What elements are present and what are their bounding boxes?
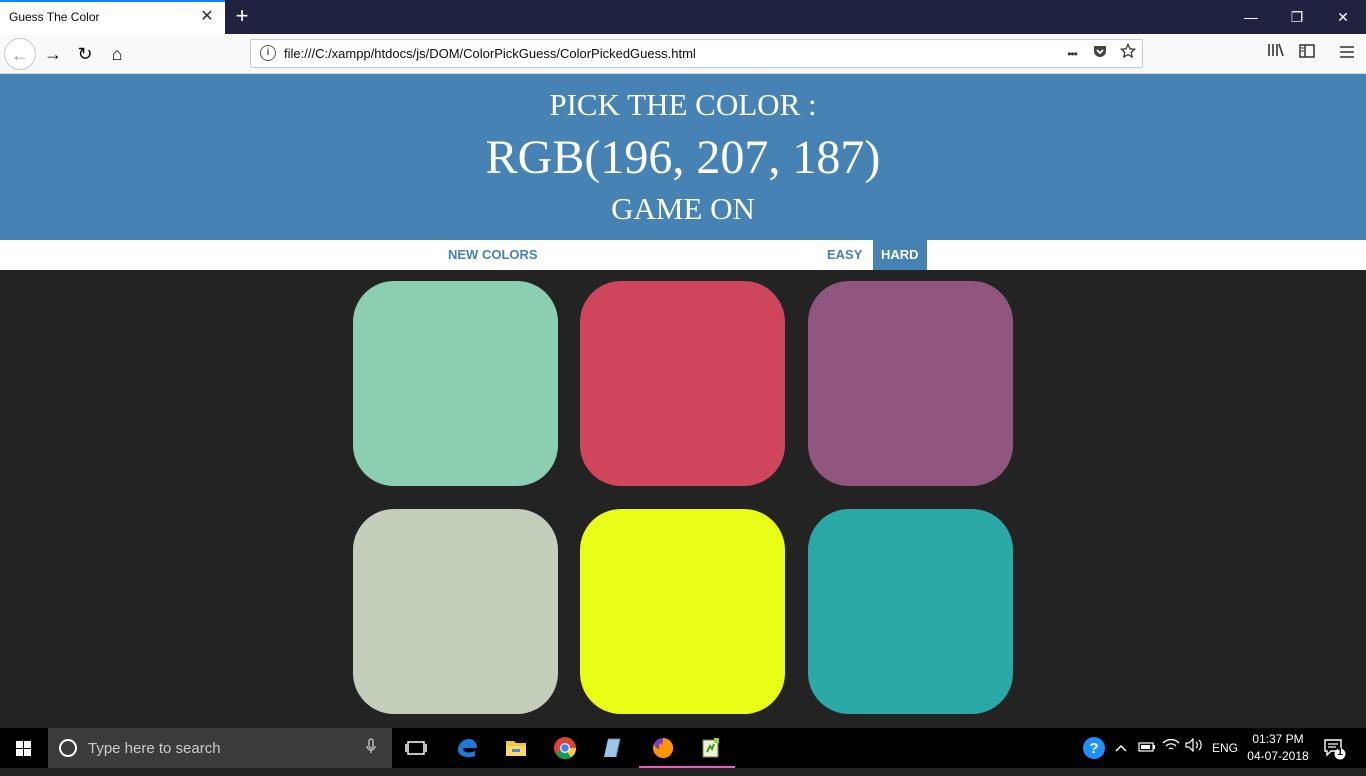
browser-tab-strip: Guess The Color ✕ + — ❐ ✕ [0, 0, 1366, 34]
svg-text:?: ? [1089, 740, 1098, 757]
task-view-icon[interactable] [392, 728, 440, 768]
notification-count: 1 [1337, 747, 1343, 758]
edge-icon[interactable] [443, 728, 491, 768]
browser-tab-active[interactable]: Guess The Color ✕ [0, 0, 225, 34]
help-icon[interactable]: ? [1082, 736, 1106, 776]
firefox-icon[interactable] [639, 728, 687, 768]
target-rgb-display: RGB(196, 207, 187) [485, 131, 881, 184]
start-button[interactable] [0, 728, 48, 768]
color-square-5[interactable] [580, 509, 785, 714]
wifi-icon[interactable] [1162, 728, 1180, 768]
new-tab-button[interactable]: + [229, 3, 255, 29]
restore-button[interactable]: ❐ [1274, 0, 1320, 34]
new-colors-button[interactable]: NEW COLORS [440, 240, 546, 270]
microphone-icon[interactable] [366, 738, 376, 758]
app-icon[interactable] [590, 728, 638, 768]
clock-time: 01:37 PM [1252, 732, 1304, 746]
battery-icon[interactable] [1138, 728, 1156, 768]
bookmark-star-icon[interactable] [1117, 42, 1139, 65]
color-square-6[interactable] [808, 509, 1013, 714]
menu-icon[interactable] [1332, 38, 1362, 70]
url-bar[interactable]: i file:///C:/xampp/htdocs/js/DOM/ColorPi… [250, 39, 1143, 68]
url-text[interactable]: file:///C:/xampp/htdocs/js/DOM/ColorPick… [284, 46, 696, 61]
language-indicator[interactable]: ENG [1212, 728, 1238, 768]
file-explorer-icon[interactable] [492, 728, 540, 768]
color-squares-grid [353, 281, 1013, 721]
clock-date: 04-07-2018 [1247, 749, 1309, 763]
site-info-icon[interactable]: i [260, 45, 276, 61]
cortana-icon[interactable] [59, 739, 77, 757]
windows-logo-icon [16, 741, 32, 756]
tab-close-icon[interactable]: ✕ [198, 8, 216, 26]
action-center-icon[interactable]: 1 [1322, 736, 1346, 760]
game-page: PICK THE COLOR : RGB(196, 207, 187) GAME… [0, 74, 1366, 728]
back-button[interactable]: ← [4, 38, 36, 70]
notepad-plus-icon[interactable] [687, 728, 735, 768]
color-square-4[interactable] [353, 509, 558, 714]
hard-mode-button[interactable]: HARD [873, 240, 927, 270]
reload-button[interactable]: ↻ [69, 38, 101, 70]
browser-toolbar: ← → ↻ ⌂ i file:///C:/xampp/htdocs/js/DOM… [0, 34, 1366, 74]
volume-icon[interactable] [1185, 728, 1205, 768]
windows-taskbar: Type here to search ? ENG 01:37 PM 04-07… [0, 728, 1366, 768]
pocket-icon[interactable] [1089, 43, 1111, 65]
game-status-message: GAME ON [611, 191, 755, 226]
minimize-button[interactable]: — [1228, 0, 1274, 34]
color-square-1[interactable] [353, 281, 558, 486]
home-button[interactable]: ⌂ [101, 38, 133, 70]
search-placeholder: Type here to search [88, 740, 221, 757]
controls-stripe: NEW COLORS EASY HARD [0, 240, 1366, 270]
show-hidden-icons-icon[interactable] [1115, 728, 1127, 768]
library-icon[interactable] [1261, 38, 1291, 70]
taskbar-search-box[interactable]: Type here to search [48, 728, 392, 768]
pick-the-color-label: PICK THE COLOR : [549, 87, 817, 122]
forward-button[interactable]: → [37, 38, 69, 70]
easy-mode-button[interactable]: EASY [819, 240, 870, 270]
color-square-3[interactable] [808, 281, 1013, 486]
game-header: PICK THE COLOR : RGB(196, 207, 187) GAME… [0, 74, 1366, 240]
page-actions-icon[interactable]: ••• [1061, 43, 1083, 65]
taskbar-clock[interactable]: 01:37 PM 04-07-2018 [1243, 731, 1313, 765]
sidebar-icon[interactable] [1292, 38, 1322, 70]
close-window-button[interactable]: ✕ [1320, 0, 1366, 34]
color-square-2[interactable] [580, 281, 785, 486]
chrome-icon[interactable] [541, 728, 589, 768]
tab-title: Guess The Color [9, 10, 100, 24]
